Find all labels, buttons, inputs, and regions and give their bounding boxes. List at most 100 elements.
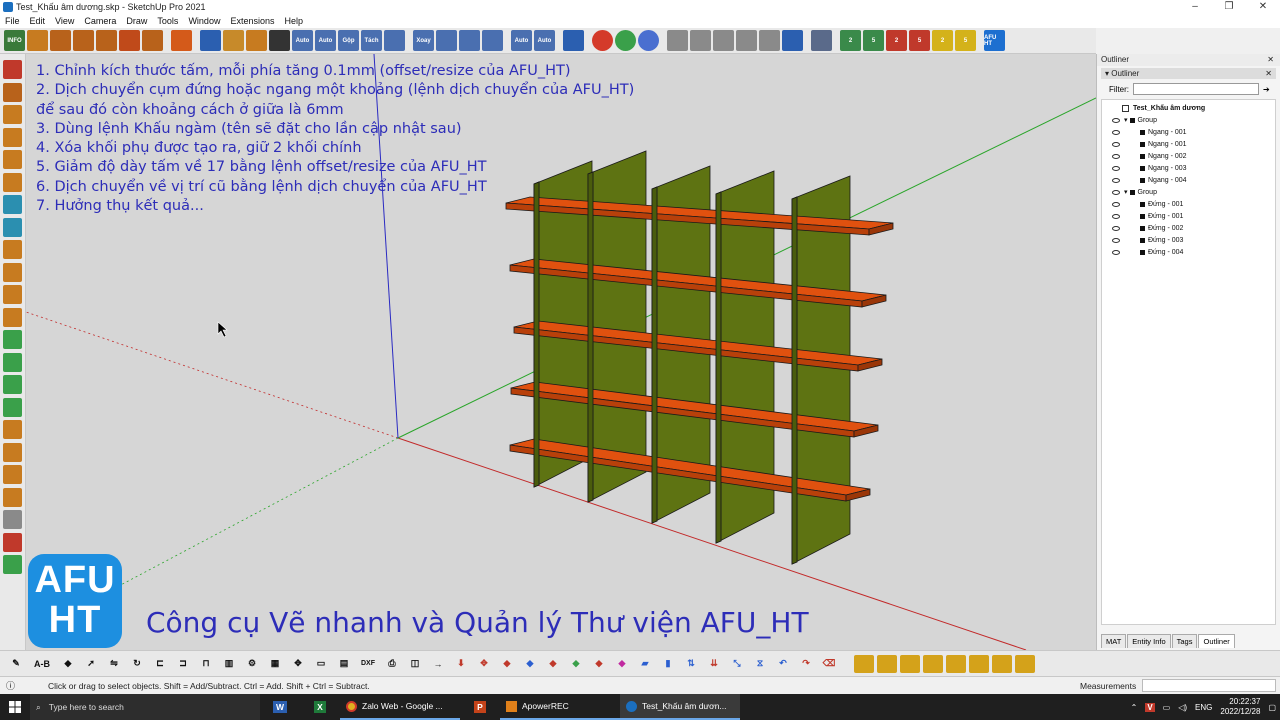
tray-app-icon[interactable]: V xyxy=(1145,702,1155,712)
taskbar-app-sketchup[interactable]: Test_Khấu âm dươn... xyxy=(620,694,740,720)
tree-component-row[interactable]: Đứng - 003 xyxy=(1102,234,1275,246)
visibility-eye-icon[interactable] xyxy=(1112,213,1120,219)
settings-tool-button[interactable] xyxy=(563,30,584,51)
grid-tool-button[interactable] xyxy=(459,30,480,51)
tree-root[interactable]: Test_Khấu âm dương xyxy=(1102,102,1275,114)
powerpoint-icon[interactable]: P xyxy=(460,694,500,720)
eraser-tool-icon[interactable]: ⌫ xyxy=(819,655,839,673)
move-red-tool-icon[interactable]: ✥ xyxy=(474,655,494,673)
gear-tool-icon[interactable]: ⚙ xyxy=(242,655,262,673)
left-tool-20-icon[interactable] xyxy=(3,487,22,507)
nudge-4-tool-icon[interactable]: ◆ xyxy=(566,655,586,673)
tab-tags[interactable]: Tags xyxy=(1171,634,1198,648)
library-tool-button[interactable] xyxy=(171,30,192,51)
measurements-field[interactable] xyxy=(1142,679,1276,692)
visibility-eye-icon[interactable] xyxy=(1112,165,1120,171)
visibility-eye-icon[interactable] xyxy=(1112,189,1120,195)
menu-window[interactable]: Window xyxy=(183,16,225,26)
visibility-eye-icon[interactable] xyxy=(1112,117,1120,123)
menu-camera[interactable]: Camera xyxy=(79,16,121,26)
close-button[interactable]: ✕ xyxy=(1246,0,1280,14)
visibility-eye-icon[interactable] xyxy=(1112,249,1120,255)
start-button[interactable] xyxy=(0,694,30,720)
left-tool-6-icon[interactable] xyxy=(3,172,22,192)
excel-icon[interactable]: X xyxy=(300,694,340,720)
tree-component-row[interactable]: Ngang - 004 xyxy=(1102,174,1275,186)
box-tool-icon[interactable]: ◫ xyxy=(405,655,425,673)
left-tool-14-icon[interactable] xyxy=(3,352,22,372)
rectangle-tool-icon[interactable]: ▭ xyxy=(311,655,331,673)
expand-arrow-icon[interactable]: ▾ xyxy=(1124,116,1128,124)
ruler-tool-button[interactable] xyxy=(27,30,48,51)
wardrobe-tool-2-button[interactable] xyxy=(690,30,711,51)
vertical-panel-front-edge[interactable] xyxy=(533,181,540,488)
pencil-tool-icon[interactable]: ✎ xyxy=(6,655,26,673)
tab-mat[interactable]: MAT xyxy=(1101,634,1127,648)
nudge-1-tool-icon[interactable]: ◆ xyxy=(497,655,517,673)
filter-input[interactable] xyxy=(1133,83,1259,95)
xoay-tool-button[interactable]: Xoay xyxy=(413,30,434,51)
afu-tool-5-icon[interactable] xyxy=(946,654,966,673)
afu-tool-6-icon[interactable] xyxy=(969,654,989,673)
model-viewport[interactable]: 1. Chỉnh kích thước tấm, mỗi phía tăng 0… xyxy=(26,54,1096,650)
green-circle-tool-button[interactable] xyxy=(615,30,636,51)
nudge-6-tool-icon[interactable]: ◆ xyxy=(612,655,632,673)
afu-tool-7-icon[interactable] xyxy=(992,654,1012,673)
taskbar-app-apowerrec[interactable]: ApowerREC xyxy=(500,694,620,720)
diagonal-tool-icon[interactable]: ⤡ xyxy=(727,655,747,673)
minimize-button[interactable]: – xyxy=(1178,0,1212,14)
arrow-down-tool-icon[interactable]: ⬇ xyxy=(451,655,471,673)
afu-tool-1-icon[interactable] xyxy=(854,654,874,673)
left-tool-1-icon[interactable] xyxy=(3,60,22,79)
section-close-icon[interactable]: ✕ xyxy=(1265,68,1272,79)
line-tool-button[interactable] xyxy=(436,30,457,51)
arrow-right-tool-icon[interactable]: → xyxy=(428,655,448,673)
select-tool-icon[interactable]: ➚ xyxy=(81,655,101,673)
layer-2b-tool-button[interactable]: 2 xyxy=(886,30,907,51)
layout-tool-icon[interactable]: ▤ xyxy=(334,655,354,673)
lock-tool-icon[interactable] xyxy=(900,654,920,673)
align-tool-1-icon[interactable]: ⊏ xyxy=(150,655,170,673)
print-tool-icon[interactable]: ⎙ xyxy=(382,655,402,673)
red-circle-tool-button[interactable] xyxy=(592,30,613,51)
network-icon[interactable]: ▭ xyxy=(1163,703,1171,712)
menu-help[interactable]: Help xyxy=(279,16,308,26)
layer-2-tool-button[interactable]: 2 xyxy=(840,30,861,51)
left-tool-21-icon[interactable] xyxy=(3,510,22,529)
table-tool-button[interactable] xyxy=(142,30,163,51)
taskbar-search[interactable]: ⌕ Type here to search xyxy=(30,694,260,720)
rail-tool-button[interactable] xyxy=(482,30,503,51)
align-tool-2-icon[interactable]: ⊐ xyxy=(173,655,193,673)
tree-component-row[interactable]: Ngang - 001 xyxy=(1102,138,1275,150)
auto-tool-4-button[interactable]: Auto xyxy=(534,30,555,51)
menu-draw[interactable]: Draw xyxy=(121,16,152,26)
language-indicator[interactable]: ENG xyxy=(1195,703,1212,712)
visibility-eye-icon[interactable] xyxy=(1112,153,1120,159)
left-tool-3-icon[interactable] xyxy=(3,105,22,124)
visibility-eye-icon[interactable] xyxy=(1112,201,1120,207)
menu-view[interactable]: View xyxy=(50,16,79,26)
left-tool-13-icon[interactable] xyxy=(3,330,22,349)
menu-extensions[interactable]: Extensions xyxy=(225,16,279,26)
left-tool-19-icon[interactable] xyxy=(3,465,22,484)
tree-component-row[interactable]: Đứng - 001 xyxy=(1102,198,1275,210)
house-tool-button[interactable] xyxy=(119,30,140,51)
left-tool-2-icon[interactable] xyxy=(3,82,22,102)
menu-edit[interactable]: Edit xyxy=(25,16,51,26)
tree-group-row[interactable]: ▾ Group xyxy=(1102,186,1275,198)
left-tool-18-icon[interactable] xyxy=(3,442,22,462)
left-tool-10-icon[interactable] xyxy=(3,262,22,282)
afu-gear-icon[interactable] xyxy=(1015,654,1035,673)
panel-tool-button[interactable] xyxy=(50,30,71,51)
outliner-section-header[interactable]: ▾ Outliner ✕ xyxy=(1101,68,1276,79)
arrows-up-tool-icon[interactable]: ⇅ xyxy=(681,655,701,673)
hourglass-tool-icon[interactable]: ⧖ xyxy=(750,655,770,673)
clock-tool-button[interactable] xyxy=(223,30,244,51)
arrows-down-tool-icon[interactable]: ⇊ xyxy=(704,655,724,673)
taskbar-clock[interactable]: 20:22:37 2022/12/28 xyxy=(1220,697,1260,717)
align-tool-3-icon[interactable]: ⊓ xyxy=(196,655,216,673)
left-tool-4-icon[interactable] xyxy=(3,127,22,147)
board-tool-button[interactable] xyxy=(96,30,117,51)
afu-tool-4-icon[interactable] xyxy=(923,654,943,673)
vertical-panel-front-edge[interactable] xyxy=(651,186,658,524)
